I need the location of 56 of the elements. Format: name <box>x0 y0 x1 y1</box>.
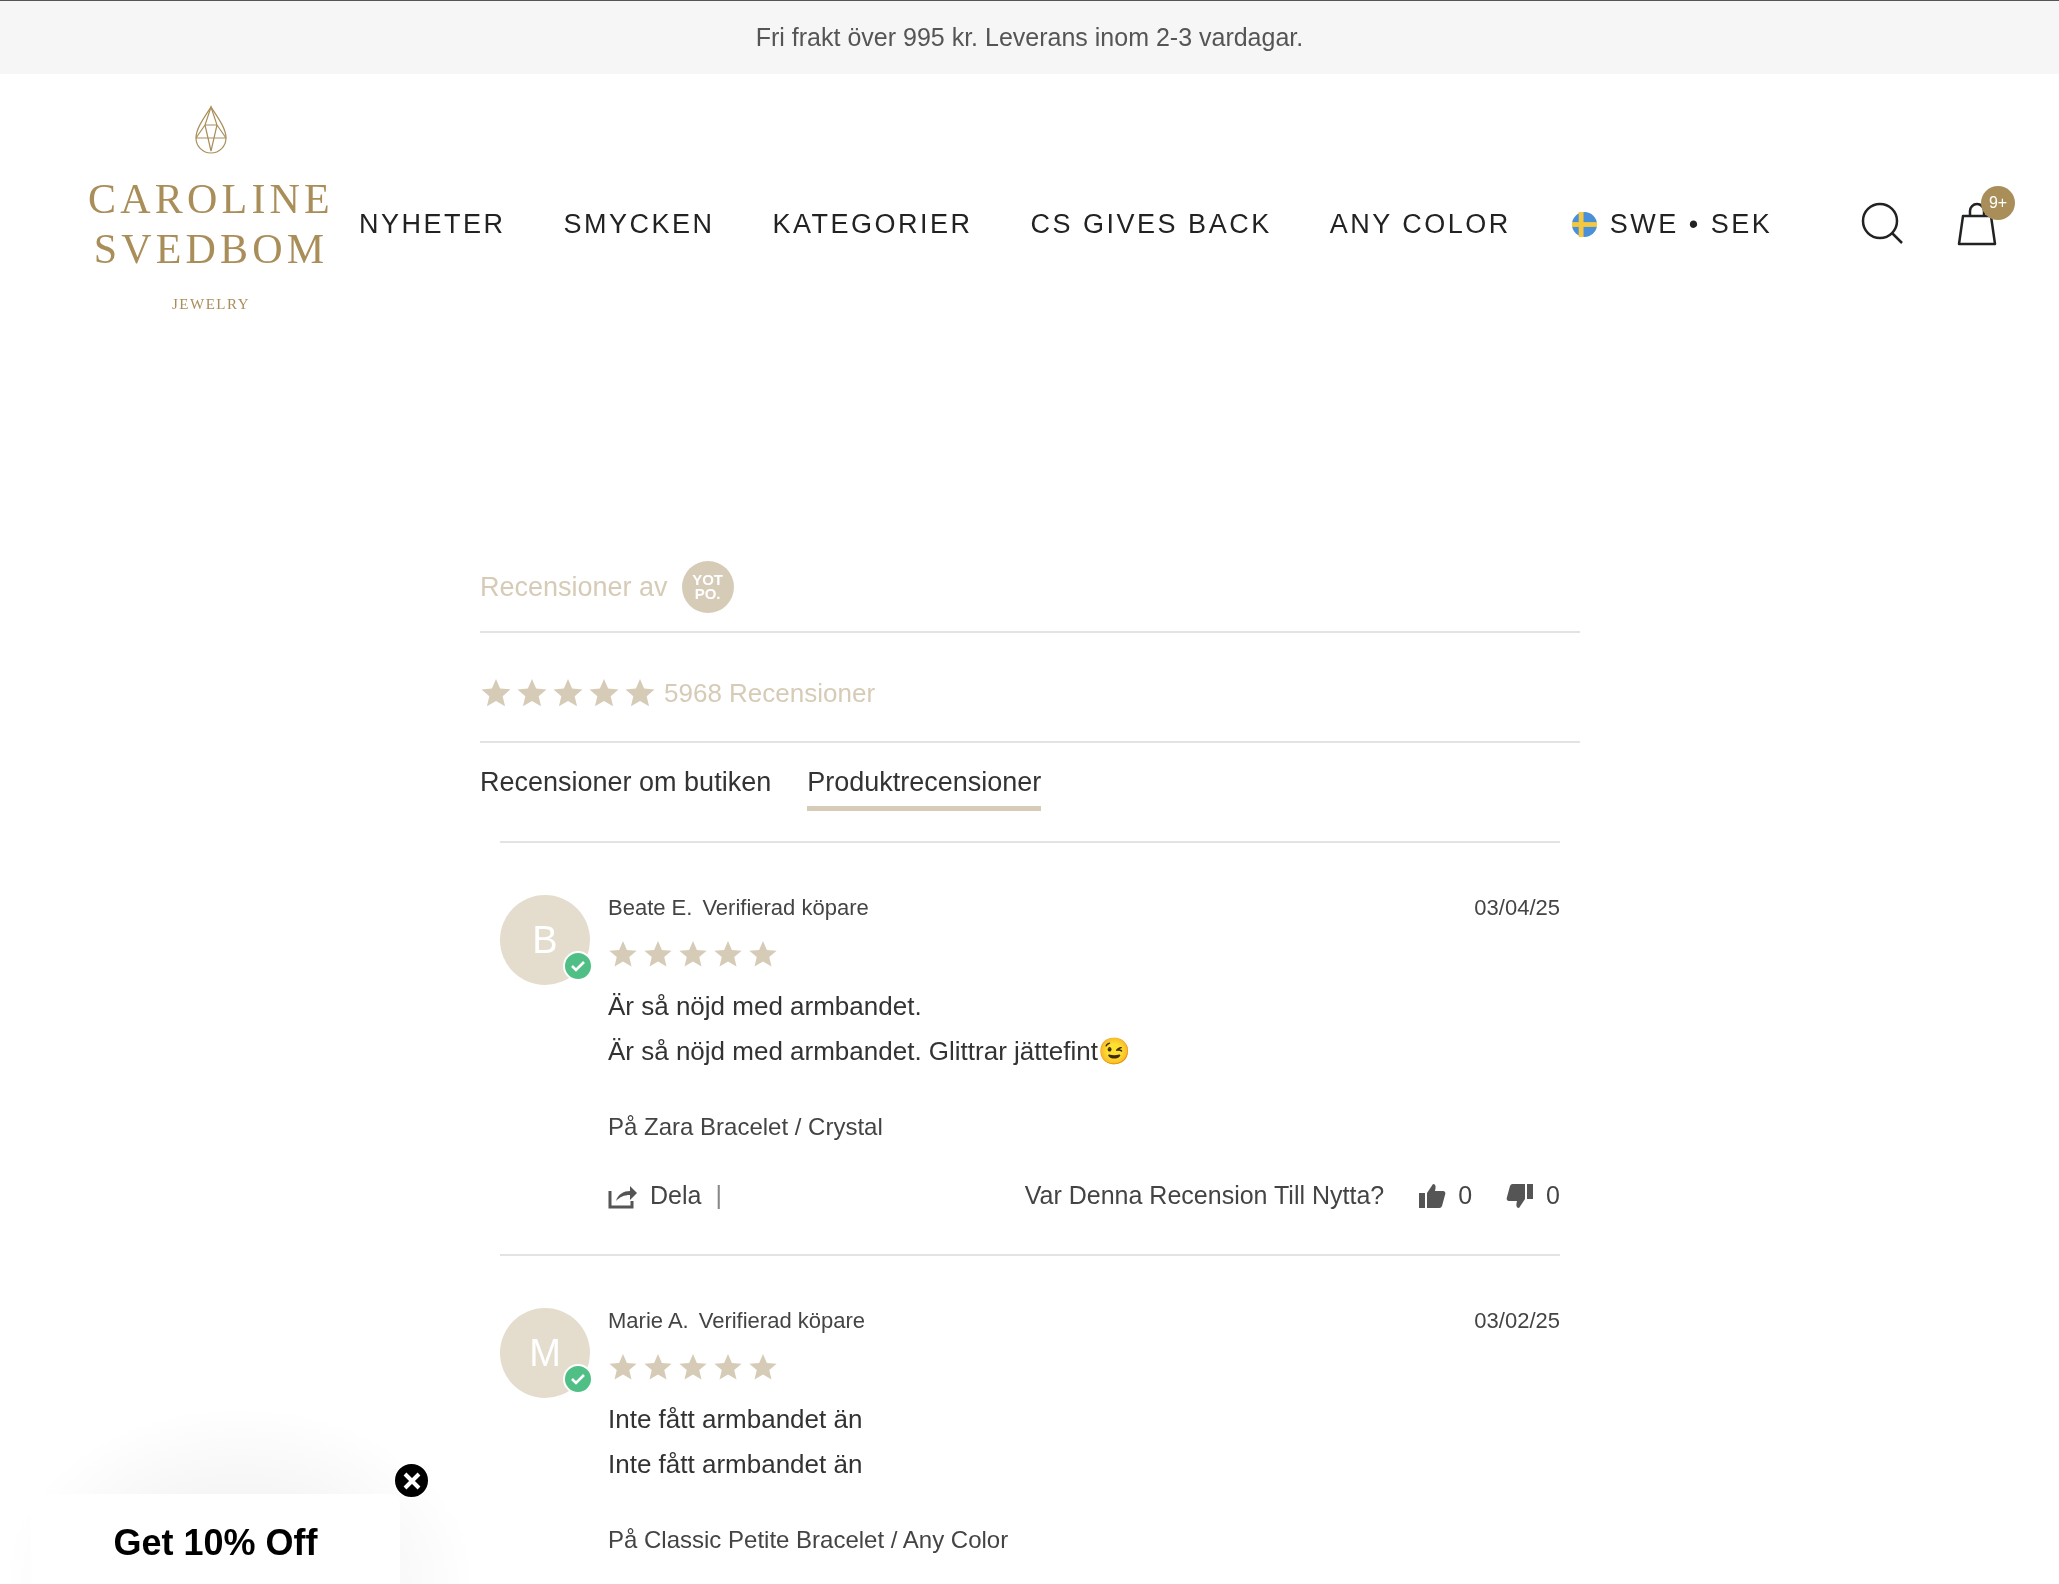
share-link[interactable]: Dela <box>608 1181 702 1210</box>
logo-text: SVEDBOM <box>93 227 329 272</box>
review-tab[interactable]: Recensioner om butiken <box>480 767 772 811</box>
review-title: Är så nöjd med armbandet. <box>608 991 923 1022</box>
star-icon <box>552 677 584 709</box>
star-icon <box>748 939 778 969</box>
helpful-question: Var Denna Recension Till Nytta? <box>1024 1181 1385 1210</box>
star-icon <box>678 1352 708 1382</box>
flag-icon <box>1570 210 1598 238</box>
star-icon <box>480 677 512 709</box>
review-text: Inte fått armbandet än <box>608 1449 864 1480</box>
nav-link[interactable]: ANY COLOR <box>1329 208 1511 240</box>
yotpo-logo: YOT PO. <box>681 561 734 613</box>
announcement-text: Fri frakt över 995 kr. Leverans inom 2-3 vardagar. <box>755 23 1304 52</box>
reviewer-name: Beate E. <box>608 895 693 921</box>
product-name: På Zara Bracelet / Crystal <box>608 1113 884 1141</box>
nav-link[interactable]: CS GIVES BACK <box>1030 208 1272 240</box>
cart-count-badge: 9+ <box>1981 186 2015 220</box>
star-icon <box>678 939 708 969</box>
nav-link[interactable]: SMYCKEN <box>563 208 715 240</box>
star-icon <box>516 677 548 709</box>
reviews-by-label: Recensioner av <box>480 571 668 603</box>
separator-text: | <box>715 1181 722 1210</box>
popup-title: Get 10% Off <box>113 1522 318 1565</box>
star-icon <box>608 1352 638 1382</box>
logo-text: JEWELRY <box>172 297 250 313</box>
verified-buyer-label: Verifierad köpare <box>702 895 869 921</box>
review-date: 03/02/25 <box>1474 1308 1560 1334</box>
gem-icon <box>193 105 229 156</box>
thumbs-down-button[interactable]: 0 <box>1506 1181 1560 1210</box>
close-icon <box>402 1471 421 1490</box>
star-icon <box>713 1352 743 1382</box>
review-date: 03/04/25 <box>1474 895 1560 921</box>
verified-buyer-label: Verifierad köpare <box>698 1308 866 1334</box>
star-icon <box>624 677 656 709</box>
star-icon <box>748 1352 778 1382</box>
thumbs-up-icon <box>1418 1182 1447 1209</box>
verified-check-icon <box>563 1364 593 1394</box>
logo-text: CAROLINE <box>88 177 334 222</box>
thumbs-up-button[interactable]: 0 <box>1418 1181 1473 1210</box>
reviewer-name: Marie A. <box>608 1308 689 1334</box>
product-name: På Classic Petite Bracelet / Any Color <box>608 1526 1010 1554</box>
nav-link[interactable]: NYHETER <box>359 208 506 240</box>
locale-selector[interactable]: SWE • SEK <box>1570 208 1773 240</box>
review-tab[interactable]: Produktrecensioner <box>807 767 1042 811</box>
star-icon <box>643 1352 673 1382</box>
verified-check-icon <box>563 951 593 981</box>
star-icon <box>588 677 620 709</box>
star-icon <box>608 939 638 969</box>
search-icon[interactable] <box>1861 202 1905 246</box>
review-text: Är så nöjd med armbandet. Glittrar jättefint😉 <box>608 1036 1131 1067</box>
review-title: Inte fått armbandet än <box>608 1404 864 1435</box>
star-icon <box>643 939 673 969</box>
star-icon <box>713 939 743 969</box>
nav-link[interactable]: KATEGORIER <box>772 208 973 240</box>
thumbs-down-icon <box>1506 1182 1535 1209</box>
